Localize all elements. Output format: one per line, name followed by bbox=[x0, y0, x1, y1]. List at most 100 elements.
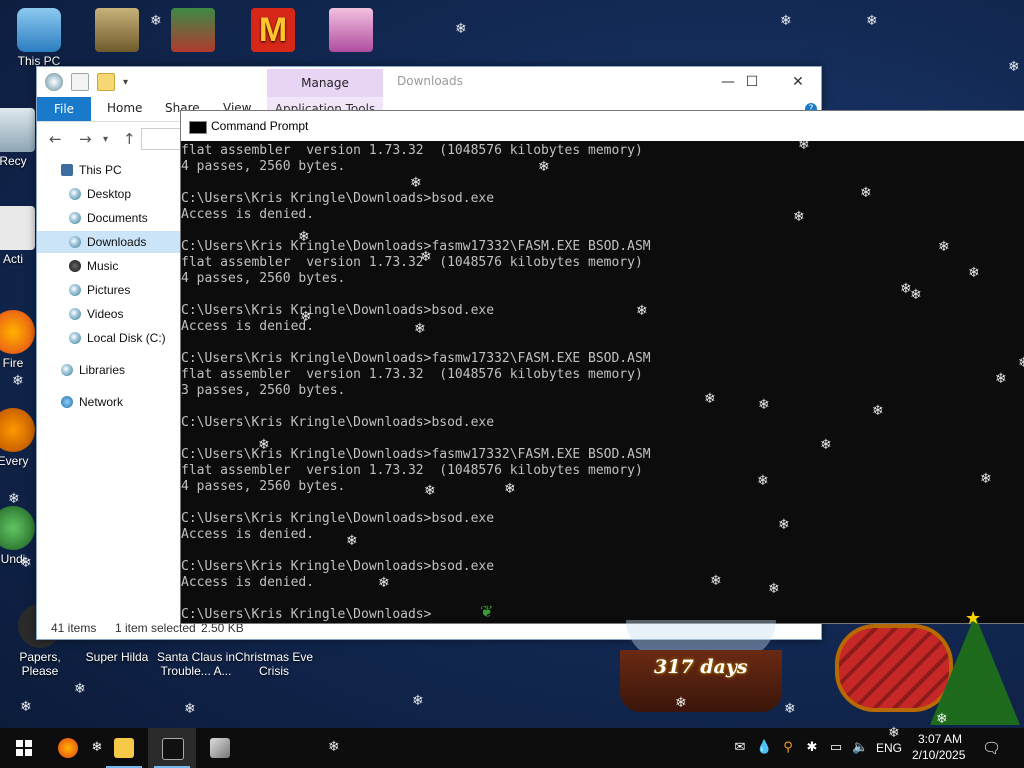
nav-item-pictures[interactable]: Pictures bbox=[69, 279, 181, 301]
clock-date[interactable]: 2/10/2025 bbox=[912, 748, 965, 762]
computer-icon bbox=[17, 8, 61, 52]
window-title: Command Prompt bbox=[211, 119, 309, 133]
desktop-icon-top-4[interactable] bbox=[314, 8, 388, 54]
forward-arrow-icon[interactable]: → bbox=[79, 130, 92, 148]
snowflake-icon: ❄ bbox=[866, 13, 878, 29]
nav-item-network[interactable]: Network bbox=[61, 391, 181, 413]
nav-item-this-pc[interactable]: This PC bbox=[61, 159, 181, 181]
tab-manage[interactable]: Manage bbox=[267, 69, 383, 97]
checkmark-icon[interactable] bbox=[71, 73, 89, 91]
taskbar-command-prompt[interactable] bbox=[148, 728, 196, 768]
close-button[interactable]: ✕ bbox=[775, 67, 821, 97]
window-title: Downloads bbox=[397, 74, 463, 88]
nav-item-libraries[interactable]: Libraries bbox=[61, 359, 181, 381]
folder-icon[interactable] bbox=[97, 73, 115, 91]
asterisk-icon[interactable]: ✱ bbox=[804, 740, 820, 756]
clock-time[interactable]: 3:07 AM bbox=[918, 732, 962, 746]
command-prompt-icon bbox=[189, 121, 207, 134]
console-line: C:\Users\Kris Kringle\Downloads> bbox=[181, 607, 432, 622]
desktop-icon-top-2[interactable] bbox=[156, 8, 230, 54]
desktop-icon-label: Papers, Please bbox=[19, 650, 61, 678]
desktop-icon-label: Fire bbox=[2, 356, 24, 370]
nav-item-downloads[interactable]: Downloads bbox=[37, 231, 183, 253]
nav-label: Local Disk (C:) bbox=[87, 331, 166, 345]
nav-item-videos[interactable]: Videos bbox=[69, 303, 181, 325]
snowflake-icon: ❄ bbox=[74, 681, 86, 697]
address-bar[interactable] bbox=[141, 128, 183, 150]
desktop-icon-top-1[interactable] bbox=[80, 8, 154, 54]
console-line: flat assembler version 1.73.32 (1048576 … bbox=[181, 255, 643, 270]
desktop-icon-label: Acti bbox=[2, 252, 23, 266]
desktop-icon-this-pc[interactable]: This PC bbox=[2, 8, 76, 68]
nav-label: Videos bbox=[87, 307, 124, 321]
console-line: 3 passes, 2560 bytes. bbox=[181, 383, 346, 398]
command-prompt-icon bbox=[162, 738, 184, 760]
cmd-titlebar[interactable]: Command Prompt bbox=[181, 111, 1024, 141]
start-button[interactable] bbox=[0, 728, 48, 768]
nav-label: Network bbox=[79, 395, 124, 409]
desktop-icon-label: Undi bbox=[0, 552, 26, 566]
file-explorer-icon bbox=[114, 738, 134, 758]
drive-icon bbox=[69, 332, 81, 344]
console-line: 4 passes, 2560 bytes. bbox=[181, 271, 346, 286]
music-icon bbox=[69, 260, 81, 272]
water-drop-icon[interactable]: 💧 bbox=[756, 740, 772, 756]
snowflake-icon: ❄ bbox=[184, 701, 196, 717]
chevron-down-icon[interactable]: ▾ bbox=[103, 134, 108, 145]
mcdonalds-icon: M bbox=[251, 8, 295, 52]
chevron-down-icon[interactable]: ▾ bbox=[123, 77, 128, 88]
application-icon bbox=[95, 8, 139, 52]
desktop-icon-label: Christmas Eve Crisis bbox=[234, 650, 314, 678]
firefox-icon bbox=[0, 310, 35, 354]
game-icon bbox=[171, 8, 215, 52]
maximize-button[interactable]: ☐ bbox=[729, 67, 775, 97]
application-icon bbox=[0, 206, 35, 250]
volume-muted-icon[interactable]: 🔈 bbox=[852, 740, 868, 756]
navigation-pane: This PC Desktop Documents Downloads Musi… bbox=[37, 155, 183, 611]
console-line: C:\Users\Kris Kringle\Downloads>fasmw173… bbox=[181, 447, 651, 462]
documents-icon bbox=[69, 212, 81, 224]
snowflake-icon: ❄ bbox=[12, 373, 24, 389]
nav-item-documents[interactable]: Documents bbox=[69, 207, 181, 229]
taskbar-file-explorer[interactable] bbox=[100, 728, 148, 768]
tab-home[interactable]: Home bbox=[107, 101, 142, 115]
application-icon bbox=[0, 408, 35, 452]
explorer-titlebar[interactable]: ▾ Manage Downloads — ☐ ✕ bbox=[37, 67, 821, 97]
taskbar-firefox[interactable] bbox=[52, 728, 82, 768]
properties-icon[interactable] bbox=[45, 73, 63, 91]
nav-item-local-disk[interactable]: Local Disk (C:) bbox=[69, 327, 181, 349]
back-arrow-icon[interactable]: ← bbox=[49, 130, 62, 148]
desktop-icon-top-3[interactable]: M bbox=[236, 8, 310, 54]
console-output[interactable]: flat assembler version 1.73.32 (1048576 … bbox=[181, 141, 1024, 623]
libraries-icon bbox=[61, 364, 73, 376]
snowflake-icon: ❄ bbox=[20, 699, 32, 715]
console-line: Access is denied. bbox=[181, 207, 315, 222]
command-prompt-window[interactable]: Command Prompt flat assembler version 1.… bbox=[180, 110, 1024, 624]
network-icon[interactable]: ▭ bbox=[828, 740, 844, 756]
console-line: Access is denied. bbox=[181, 319, 315, 334]
notification-icon[interactable]: 🗨 bbox=[982, 740, 1001, 756]
nav-item-music[interactable]: Music bbox=[69, 255, 181, 277]
tray-app-icon[interactable]: ✉ bbox=[732, 740, 748, 756]
network-icon bbox=[61, 396, 73, 408]
language-indicator[interactable]: ENG bbox=[876, 741, 902, 755]
up-arrow-icon[interactable]: ↑ bbox=[123, 130, 136, 148]
tab-file[interactable]: File bbox=[37, 97, 91, 121]
console-line: flat assembler version 1.73.32 (1048576 … bbox=[181, 367, 643, 382]
search-icon[interactable]: ⚲ bbox=[780, 740, 796, 756]
nav-label: Downloads bbox=[87, 235, 147, 249]
console-line: Access is denied. bbox=[181, 575, 315, 590]
nav-item-desktop[interactable]: Desktop bbox=[69, 183, 181, 205]
console-line: C:\Users\Kris Kringle\Downloads>bsod.exe bbox=[181, 511, 495, 526]
application-icon bbox=[0, 506, 35, 550]
console-line: 4 passes, 2560 bytes. bbox=[181, 159, 346, 174]
downloads-icon bbox=[69, 236, 81, 248]
taskbar-network-tool[interactable] bbox=[196, 728, 244, 768]
console-line: C:\Users\Kris Kringle\Downloads>bsod.exe bbox=[181, 415, 495, 430]
console-line: flat assembler version 1.73.32 (1048576 … bbox=[181, 463, 643, 478]
christmas-tree-icon bbox=[930, 615, 1020, 725]
pictures-icon bbox=[69, 284, 81, 296]
snowflake-icon: ❄ bbox=[1008, 59, 1020, 75]
